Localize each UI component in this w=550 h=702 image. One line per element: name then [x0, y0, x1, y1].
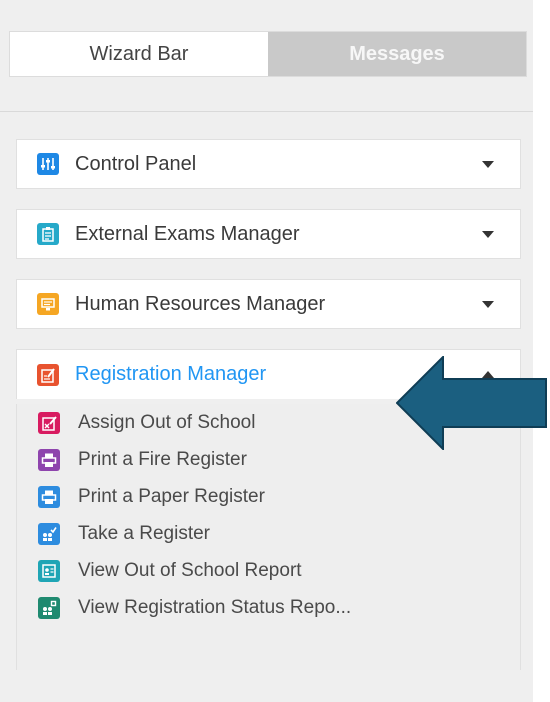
printer-icon	[38, 448, 60, 471]
menu-item-label: View Registration Status Repo...	[78, 596, 352, 618]
menu-item-view-out-of-school-report[interactable]: View Out of School Report	[17, 552, 520, 589]
sliders-icon	[37, 153, 59, 175]
menu-item-label: View Out of School Report	[78, 559, 302, 581]
tab-wizard-bar[interactable]: Wizard Bar	[10, 32, 268, 76]
menu-item-label: Take a Register	[78, 522, 211, 544]
menu-item-label: Print a Paper Register	[78, 485, 265, 507]
menu-item-label: Assign Out of School	[78, 411, 256, 433]
wizard-panel: Wizard Bar Messages Control Panel Extern…	[0, 0, 533, 702]
people-check-icon	[38, 522, 60, 545]
menu-item-take-register[interactable]: Take a Register	[17, 515, 520, 552]
group-control-panel[interactable]: Control Panel	[16, 139, 521, 189]
tab-messages[interactable]: Messages	[268, 32, 526, 76]
chevron-down-icon	[482, 300, 494, 308]
printer-icon	[38, 485, 60, 508]
divider	[0, 111, 533, 112]
panel-tabs: Wizard Bar Messages	[9, 31, 527, 77]
chevron-down-icon	[482, 230, 494, 238]
group-label: Control Panel	[75, 152, 197, 175]
id-card-icon	[37, 293, 59, 315]
clipboard-icon	[37, 223, 59, 245]
group-label: Human Resources Manager	[75, 292, 326, 315]
menu-item-print-paper-register[interactable]: Print a Paper Register	[17, 478, 520, 515]
out-of-school-icon	[38, 411, 60, 434]
group-human-resources-manager[interactable]: Human Resources Manager	[16, 279, 521, 329]
people-status-icon	[38, 596, 60, 619]
group-label: External Exams Manager	[75, 222, 300, 245]
menu-item-view-registration-status-report[interactable]: View Registration Status Repo...	[17, 589, 520, 626]
group-external-exams-manager[interactable]: External Exams Manager	[16, 209, 521, 259]
report-icon	[38, 559, 60, 582]
left-arrow-annotation	[396, 356, 547, 450]
register-icon	[37, 363, 59, 386]
menu-item-label: Print a Fire Register	[78, 448, 247, 470]
chevron-down-icon	[482, 160, 494, 168]
